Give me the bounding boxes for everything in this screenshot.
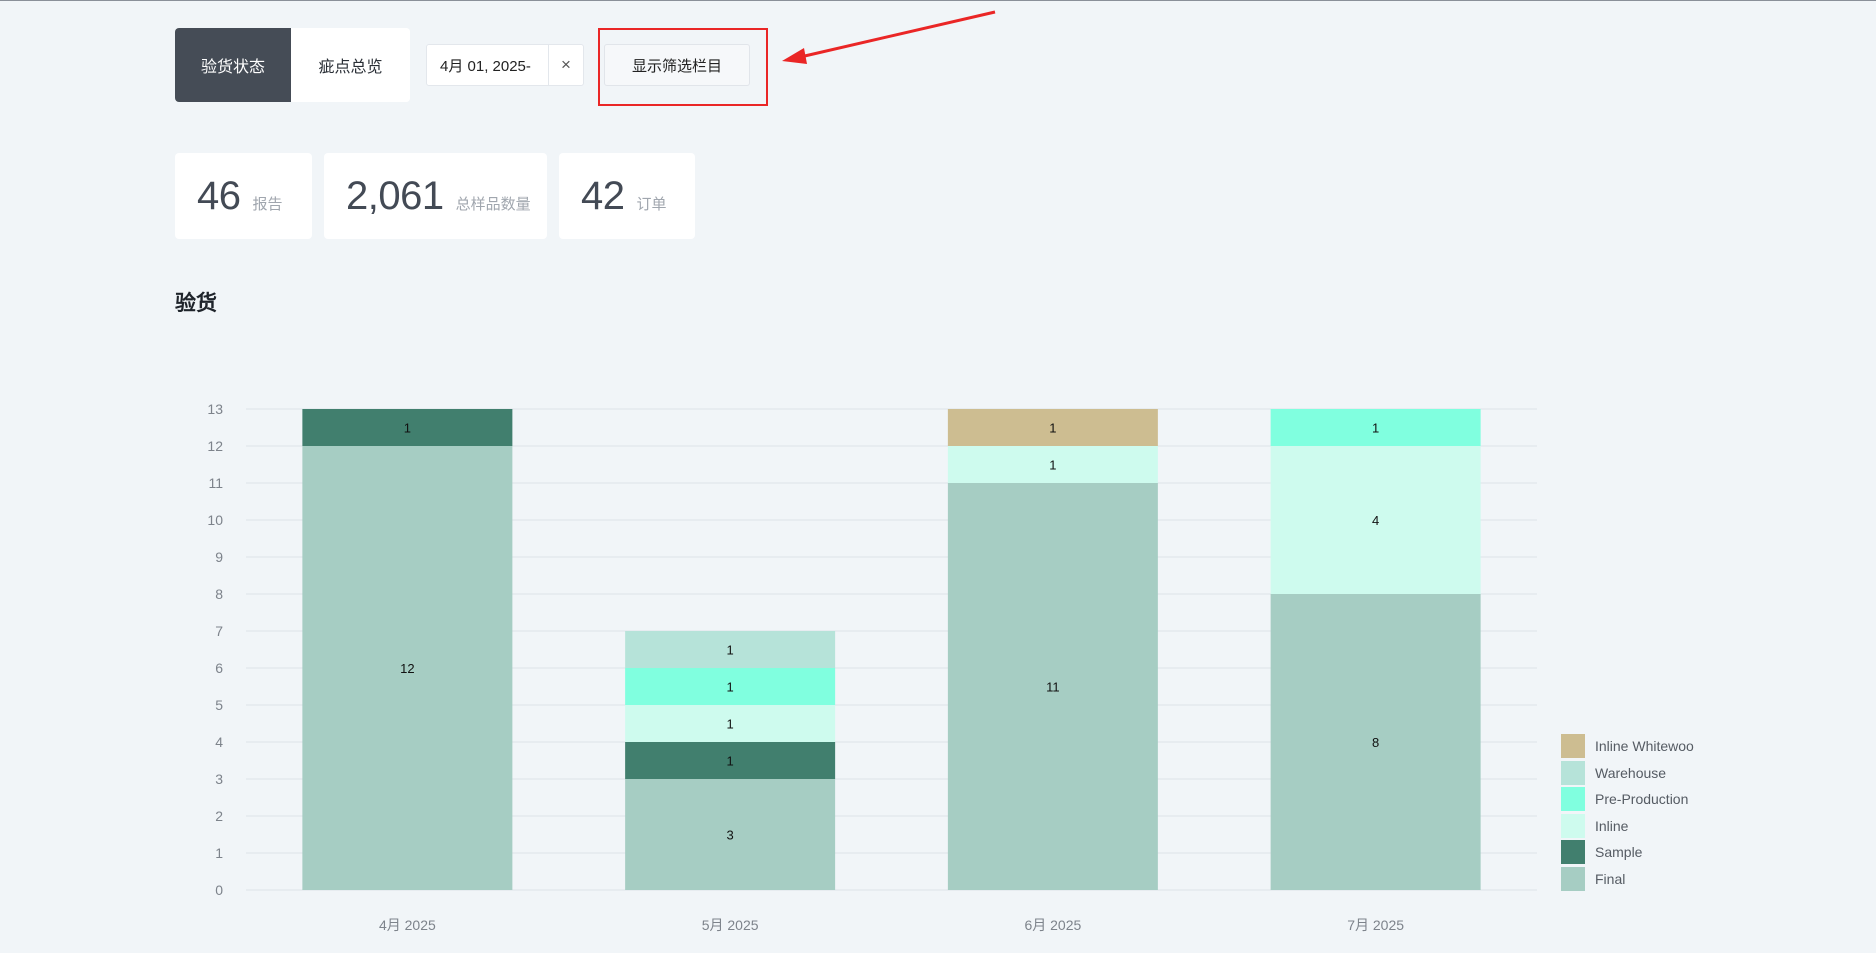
bar-data-label: 3 (727, 828, 734, 843)
legend-item[interactable]: Sample (1561, 839, 1721, 866)
legend-label: Final (1595, 870, 1626, 887)
bar-data-label: 1 (1372, 421, 1379, 436)
bar-data-label: 11 (1046, 680, 1060, 695)
y-tick-label: 9 (215, 549, 223, 565)
y-tick-label: 8 (215, 586, 223, 602)
x-tick-label: 5月 2025 (702, 917, 759, 933)
y-tick-label: 2 (215, 808, 223, 824)
y-tick-label: 10 (207, 512, 223, 528)
y-tick-label: 13 (207, 401, 223, 417)
bar-data-label: 1 (727, 754, 734, 769)
bar-data-label: 1 (727, 717, 734, 732)
legend-item[interactable]: Warehouse (1561, 760, 1721, 787)
x-tick-label: 4月 2025 (379, 917, 436, 933)
bar-data-label: 1 (404, 421, 411, 436)
x-tick-label: 6月 2025 (1024, 917, 1081, 933)
bar-data-label: 12 (400, 661, 414, 676)
legend-item[interactable]: Inline Whitewoo (1561, 733, 1721, 760)
y-tick-label: 4 (215, 734, 223, 750)
legend-swatch (1561, 840, 1585, 865)
legend-swatch (1561, 787, 1585, 812)
y-tick-label: 0 (215, 882, 223, 898)
bar-data-label: 4 (1372, 513, 1379, 528)
bar-data-label: 8 (1372, 735, 1379, 750)
y-tick-label: 11 (208, 475, 223, 491)
legend-label: Pre-Production (1595, 791, 1689, 808)
y-tick-label: 5 (215, 697, 223, 713)
y-tick-label: 12 (207, 438, 223, 454)
legend-label: Sample (1595, 844, 1643, 861)
legend-swatch (1561, 813, 1585, 838)
bar-data-label: 1 (1049, 421, 1056, 436)
bar-data-label: 1 (727, 643, 734, 658)
legend-swatch (1561, 734, 1585, 759)
chart-legend: Inline Whitewoo Warehouse Pre-Production In… (1561, 733, 1721, 892)
legend-item[interactable]: Pre-Production (1561, 786, 1721, 813)
legend-swatch (1561, 866, 1585, 891)
bar-data-label: 1 (1049, 458, 1056, 473)
legend-item[interactable]: Final (1561, 866, 1721, 893)
legend-label: Inline (1595, 817, 1629, 834)
legend-swatch (1561, 760, 1585, 785)
y-tick-label: 7 (215, 623, 223, 639)
y-tick-label: 3 (215, 771, 223, 787)
legend-item[interactable]: Inline (1561, 813, 1721, 840)
legend-label: Warehouse (1595, 764, 1667, 781)
bar-data-label: 1 (727, 680, 734, 695)
x-tick-label: 7月 2025 (1347, 917, 1404, 933)
y-tick-label: 6 (215, 660, 223, 676)
legend-label: Inline Whitewoo (1595, 738, 1694, 755)
y-tick-label: 1 (215, 845, 223, 861)
